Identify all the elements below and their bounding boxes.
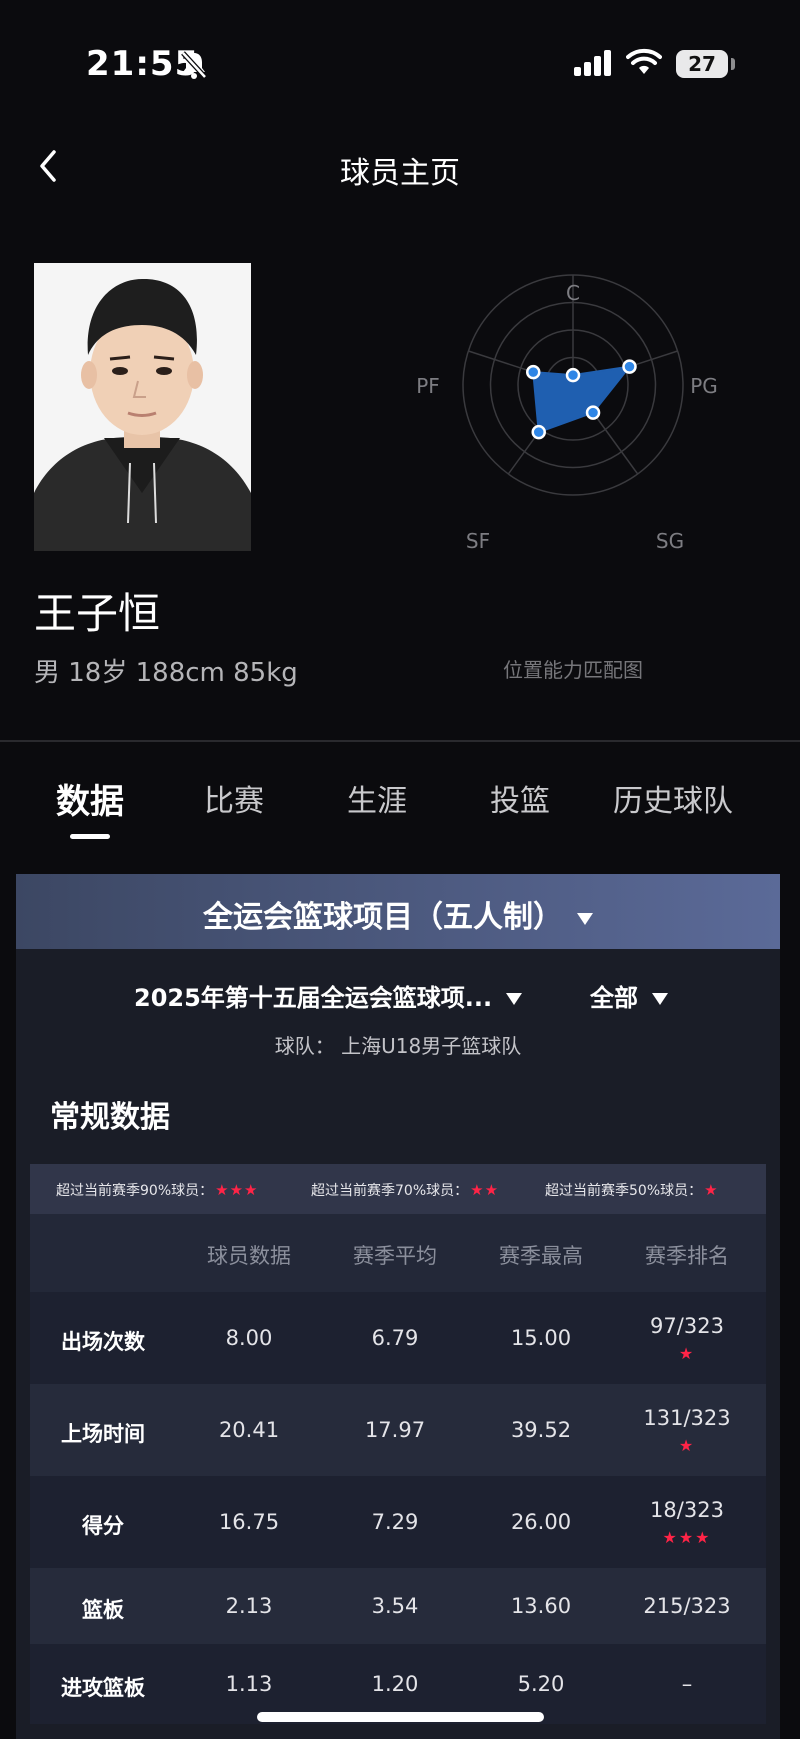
legend-item: 超过当前赛季70%球员： ★★ [311,1181,500,1199]
radar-area [532,365,632,434]
season-rank: – [681,1672,693,1696]
player-meta: 男 18岁 188cm 85kg [34,658,298,688]
competition-label: 全运会篮球项目（五人制） [203,900,563,935]
star-icon: ★★★ [215,1181,259,1199]
radar-label-sf: SF [466,529,490,553]
radar-caption: 位置能力匹配图 [503,658,643,682]
tab-indicator [70,834,110,839]
season-rank: 18/323 [650,1498,724,1522]
star-icon: ★ [678,1436,696,1455]
dropdown-triangle-icon [652,993,668,1005]
season-avg: 6.79 [371,1326,419,1350]
player-value: 16.75 [218,1510,280,1534]
signal-icon [574,50,611,76]
radar-label-sg: SG [656,529,684,553]
radar-point-c [565,367,581,383]
radar-point-sf [531,424,546,440]
header-cell: 赛季排名 [645,1244,729,1268]
season-rank: 131/323 [643,1406,731,1430]
mute-bell-icon [181,51,207,79]
player-photo [34,263,251,551]
table-row: 得分 16.75 7.29 26.00 18/323 ★★★ [30,1476,766,1568]
season-avg: 3.54 [371,1594,419,1618]
radar-label-pf: PF [416,374,440,398]
stats-table: 球员数据 赛季平均 赛季最高 赛季排名 出场次数 8.00 6.79 15.00… [30,1214,766,1724]
row-label: 篮板 [82,1598,124,1622]
season-selector[interactable]: 2025年第十五届全运会篮球项... [134,978,523,1013]
dropdown-triangle-icon [506,993,523,1005]
header-cell: 赛季平均 [353,1244,437,1268]
scope-label: 全部 [590,984,638,1012]
header-cell: 赛季最高 [499,1244,583,1268]
battery-icon: 27 [676,50,728,78]
team-line: 球队： 上海U18男子篮球队 [274,1034,522,1058]
star-icon: ★ [704,1181,719,1199]
season-max: 26.00 [510,1510,572,1534]
tab-data[interactable]: 数据 [56,774,124,823]
radar-point-pf [525,364,541,380]
season-rank: 215/323 [643,1594,731,1618]
row-label: 出场次数 [61,1330,145,1354]
season-max: 13.60 [510,1594,572,1618]
player-value: 8.00 [225,1326,273,1350]
star-icon: ★ [678,1344,696,1363]
season-rank: 97/323 [650,1314,724,1338]
tab-bar: 数据 比赛 生涯 投篮 历史球队 [0,776,800,846]
radar-point-sg [585,405,601,420]
season-avg: 7.29 [371,1510,419,1534]
battery-tip [731,58,735,70]
radar-label-c: C [566,281,580,305]
season-label: 2025年第十五届全运会篮球项... [134,984,493,1012]
star-icon: ★★ [470,1181,500,1199]
table-row: 上场时间 20.41 17.97 39.52 131/323 ★ [30,1384,766,1476]
home-indicator [257,1712,544,1722]
player-name: 王子恒 [34,589,161,638]
star-legend: 超过当前赛季90%球员： ★★★ 超过当前赛季70%球员： ★★ 超过当前赛季50%… [30,1164,766,1214]
stats-card: 全运会篮球项目（五人制） 2025年第十五届全运会篮球项... 全部 球队： 上… [16,874,780,1739]
position-radar-chart: C PG SG SF PF [416,274,718,553]
radar-label-pg: PG [690,374,718,398]
radar-point-pg [622,359,637,374]
season-max: 39.52 [510,1418,572,1442]
row-label: 得分 [82,1514,124,1538]
header-cell: 球员数据 [207,1244,291,1268]
season-max: 5.20 [517,1672,565,1696]
player-value: 20.41 [218,1418,280,1442]
section-title: 常规数据 [50,1100,170,1135]
season-max: 15.00 [510,1326,572,1350]
wifi-icon [626,48,662,74]
season-avg: 17.97 [364,1418,426,1442]
season-avg: 1.20 [371,1672,419,1696]
tab-history-teams[interactable]: 历史球队 [613,776,733,820]
status-bar: 21:55 27 [0,0,800,130]
row-label: 上场时间 [61,1422,145,1446]
tab-games[interactable]: 比赛 [204,776,264,820]
star-icon: ★★★ [662,1528,712,1547]
tab-career[interactable]: 生涯 [347,776,407,820]
scope-selector[interactable]: 全部 [590,978,668,1013]
row-label: 进攻篮板 [61,1676,145,1700]
dropdown-triangle-icon [577,912,593,925]
divider [0,740,800,742]
page-title: 球员主页 [340,156,460,191]
legend-item: 超过当前赛季90%球员： ★★★ [56,1181,259,1199]
legend-item: 超过当前赛季50%球员： ★ [545,1181,719,1199]
table-row: 篮板 2.13 3.54 13.60 215/323 [30,1568,766,1644]
table-row: 出场次数 8.00 6.79 15.00 97/323 ★ [30,1292,766,1384]
player-value: 2.13 [225,1594,273,1618]
tab-shooting[interactable]: 投篮 [490,776,550,820]
competition-selector[interactable]: 全运会篮球项目（五人制） [16,874,780,949]
table-header: 球员数据 赛季平均 赛季最高 赛季排名 [30,1214,766,1292]
player-value: 1.13 [225,1672,273,1696]
